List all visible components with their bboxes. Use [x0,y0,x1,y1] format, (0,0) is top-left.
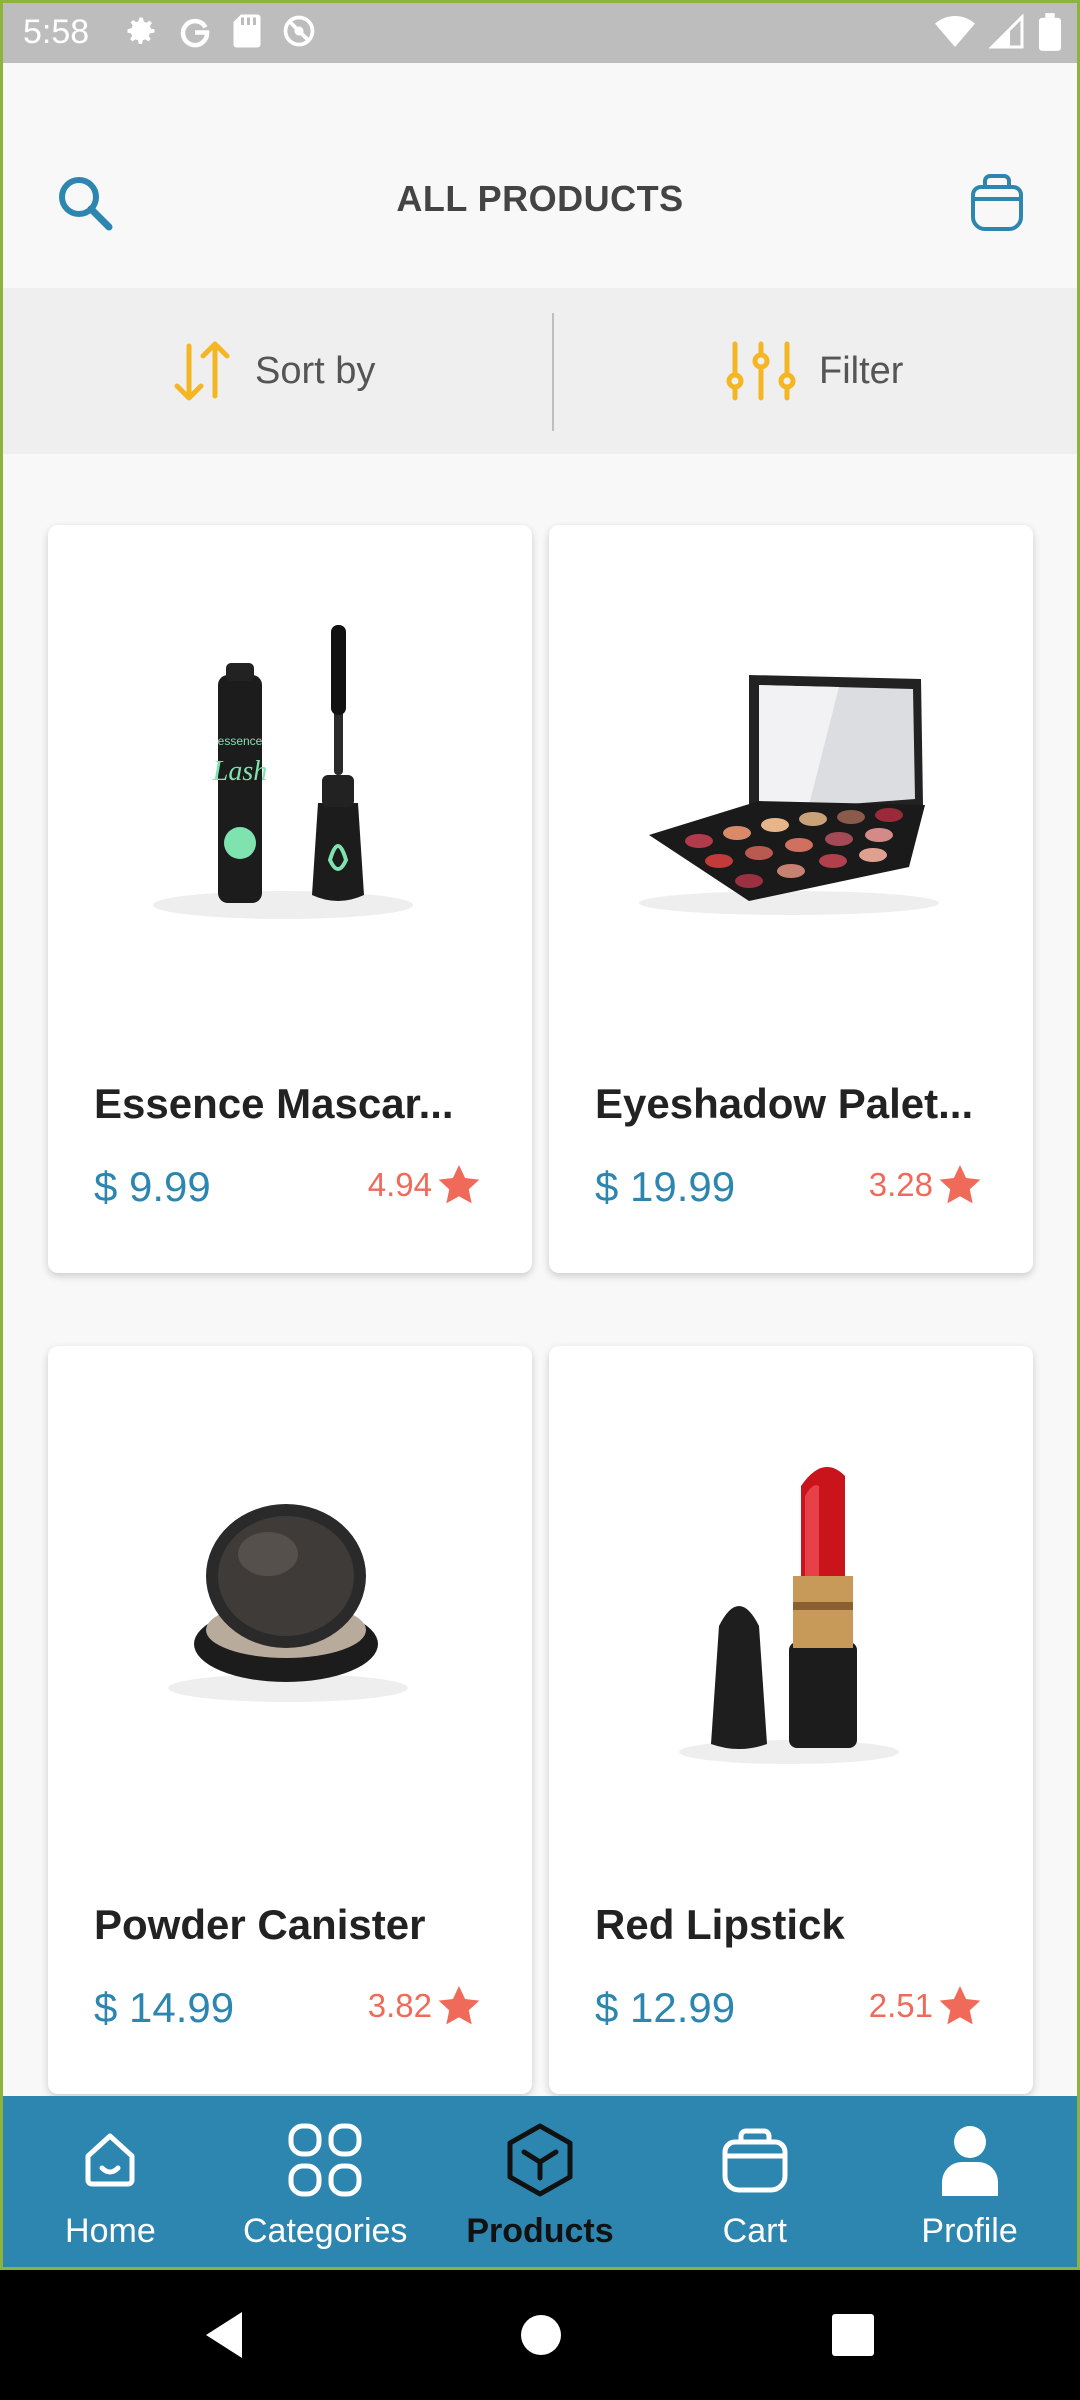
svg-text:Lash: Lash [212,756,267,787]
battery-icon [1039,13,1061,51]
settings-icon [127,17,155,44]
do-not-disturb-icon [283,15,315,47]
product-name: Essence Mascar... [94,1080,454,1127]
products-icon [507,2123,573,2197]
product-rating: 4.94 [368,1165,480,1205]
app-screen: 5:58 ALL PRODUCTS Sort by Filter essence… [0,0,1080,2270]
sort-icon [174,341,230,401]
product-image-powder-canister [168,1504,408,1702]
status-time: 5:58 [23,13,90,51]
product-rating: 3.82 [368,1986,480,2026]
categories-icon [288,2123,362,2197]
filter-button[interactable]: Filter [725,333,903,409]
home-icon [85,2133,135,2187]
system-navigation-bar [0,2270,1080,2400]
google-icon [180,18,210,48]
product-card[interactable]: essence Lash Essence Mascar... $ 9.99 4.… [48,525,532,1273]
bottom-navigation: Home Categories Products Cart Profile [3,2096,1077,2267]
nav-home[interactable]: Home [3,2096,218,2267]
product-name: Red Lipstick [595,1901,845,1948]
status-system-icons [935,13,1061,51]
rating-value: 4.94 [367,1166,432,1203]
nav-cart[interactable]: Cart [647,2096,862,2267]
nav-label: Profile [921,2212,1018,2250]
profile-icon [941,2126,998,2196]
star-icon [939,1986,981,2025]
status-bar: 5:58 [3,3,1077,63]
star-icon [438,1986,480,2025]
app-bar: ALL PRODUCTS [3,63,1077,288]
product-image-red-lipstick [679,1467,899,1764]
product-image-mascara: essence Lash [153,625,413,919]
product-rating: 2.51 [869,1986,981,2026]
product-card[interactable]: Red Lipstick $ 12.99 2.51 [549,1346,1033,2094]
filter-label: Filter [819,349,904,392]
filter-icon [726,341,796,401]
product-card[interactable]: Eyeshadow Palet... $ 19.99 3.28 [549,525,1033,1273]
cart-icon[interactable] [967,169,1027,233]
wifi-icon [935,16,975,47]
cart-icon [722,2128,788,2193]
rating-value: 3.82 [367,1987,432,2024]
nav-label: Cart [722,2212,787,2250]
sort-button[interactable]: Sort by [171,333,375,409]
recents-icon[interactable] [826,2308,880,2362]
rating-value: 3.28 [868,1166,933,1203]
rating-value: 2.51 [868,1987,933,2024]
product-rating: 3.28 [869,1165,981,1205]
product-price: $ 14.99 [94,1984,235,2031]
home-system-icon[interactable] [514,2308,568,2362]
sort-label: Sort by [255,349,376,392]
sd-card-icon [233,14,261,48]
product-card[interactable]: Powder Canister $ 14.99 3.82 [48,1346,532,2094]
sort-filter-bar: Sort by Filter [3,288,1077,454]
svg-text:essence: essence [218,734,263,748]
product-price: $ 12.99 [595,1984,736,2031]
product-price: $ 19.99 [595,1163,736,1210]
nav-profile[interactable]: Profile [862,2096,1077,2267]
nav-label: Home [65,2212,156,2250]
product-price: $ 9.99 [94,1163,211,1210]
signal-icon [989,14,1024,49]
nav-categories[interactable]: Categories [218,2096,433,2267]
page-title: ALL PRODUCTS [396,178,684,219]
product-name: Powder Canister [94,1901,426,1948]
back-icon[interactable] [198,2308,252,2362]
nav-products[interactable]: Products [433,2096,648,2267]
star-icon [939,1165,981,1204]
status-notification-icons [123,13,317,49]
product-image-eyeshadow-palette [639,675,939,915]
product-name: Eyeshadow Palet... [595,1080,974,1127]
nav-label: Products [466,2212,614,2250]
nav-label: Categories [242,2212,408,2250]
sort-filter-divider [552,313,554,431]
star-icon [438,1165,480,1204]
